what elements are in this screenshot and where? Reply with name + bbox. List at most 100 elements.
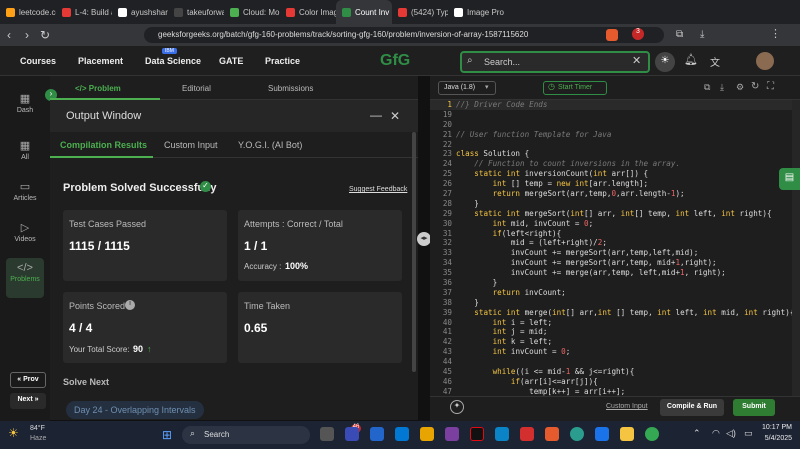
taskbar-search[interactable]: Search (182, 426, 310, 444)
download-icon[interactable]: ⤓ (700, 29, 704, 40)
code-line[interactable]: 29 static int mergeSort(int[] arr, int[]… (430, 209, 792, 219)
browser-tab[interactable]: Cloud: Mongo× (224, 0, 280, 24)
output-scrollbar[interactable] (412, 132, 416, 372)
code-line[interactable]: 22 (430, 140, 792, 150)
nav-practice[interactable]: Practice (265, 56, 300, 66)
app-icon[interactable] (420, 427, 434, 441)
brave-icon[interactable] (545, 427, 559, 441)
photos-icon[interactable] (495, 427, 509, 441)
windows-start-icon[interactable]: ⊞ (162, 428, 172, 442)
translate-icon[interactable]: 文 (710, 54, 720, 69)
code-line[interactable]: 44 (430, 357, 792, 367)
extensions-icon[interactable]: ⧉ (676, 29, 683, 40)
tab-problem[interactable]: </> Problem (75, 84, 121, 93)
code-line[interactable]: 31 if(left<right){ (430, 229, 792, 239)
extension-badge[interactable]: 3 (632, 28, 644, 40)
tab-yogi-bot[interactable]: Y.O.G.I. (AI Bot) (238, 140, 302, 150)
onenote-icon[interactable] (445, 427, 459, 441)
close-icon[interactable]: ✕ (632, 54, 641, 67)
code-line[interactable]: 37 return invCount; (430, 288, 792, 298)
code-line[interactable]: 23 class Solution { (430, 149, 792, 159)
code-line[interactable]: 46 if(arr[i]<=arr[j]){ (430, 377, 792, 387)
info-icon[interactable]: i (125, 300, 135, 310)
site-search-input[interactable]: Search... (460, 51, 650, 73)
settings-icon[interactable]: ⚙ (736, 82, 744, 93)
vscode-icon[interactable] (370, 427, 384, 441)
pane-splitter[interactable] (418, 76, 430, 421)
code-line[interactable]: 38 } (430, 298, 792, 308)
browser-tab[interactable]: Image Proces× (448, 0, 504, 24)
edge-icon[interactable] (595, 427, 609, 441)
code-line[interactable]: 32 mid = (left+right)/2; (430, 238, 792, 248)
code-line[interactable]: 20 (430, 120, 792, 130)
nav-placement[interactable]: Placement (78, 56, 123, 66)
reload-icon[interactable]: ↻ (36, 28, 54, 42)
copy-icon[interactable]: ⧉ (704, 82, 710, 93)
submit-button[interactable]: Submit (733, 399, 775, 416)
code-line[interactable]: 25 static int inversionCount(int arr[]) … (430, 169, 792, 179)
code-line[interactable]: 26 int [] temp = new int[arr.length]; (430, 179, 792, 189)
code-line[interactable]: 41 int j = mid; (430, 327, 792, 337)
ai-icon[interactable]: ✦ (450, 400, 464, 414)
bell-icon[interactable]: 🔔︎ (684, 53, 698, 66)
rail-item-problems[interactable]: </> Problems (6, 258, 44, 298)
tab-submissions[interactable]: Submissions (268, 84, 313, 93)
compile-run-button[interactable]: Compile & Run (660, 399, 724, 416)
code-editor[interactable]: 1 //} Driver Code Ends 19 20 21 // User funct… (430, 100, 792, 396)
suggest-feedback-link[interactable]: Suggest Feedback (349, 186, 407, 193)
code-line[interactable]: 21 // User function Template for Java (430, 130, 792, 140)
browser-tab[interactable]: L-4: Build a Ca× (56, 0, 112, 24)
custom-input-link[interactable]: Custom Input (606, 403, 648, 410)
nav-gate[interactable]: GATE (219, 56, 243, 66)
minimize-icon[interactable]: — (370, 108, 382, 122)
code-line[interactable]: 45 while((i <= mid-1 && j<=right){ (430, 367, 792, 377)
code-line[interactable]: 1 //} Driver Code Ends (430, 100, 792, 110)
tab-custom-input[interactable]: Custom Input (164, 140, 218, 150)
code-line[interactable]: 42 int k = left; (430, 337, 792, 347)
nav-data-science[interactable]: Data Science (145, 56, 201, 66)
gfg-logo[interactable]: GfG (380, 52, 410, 70)
reset-icon[interactable]: ↻ (751, 81, 759, 92)
menu-icon[interactable]: ⋮ (770, 27, 781, 40)
url-field[interactable]: geeksforgeeks.org/batch/gfg-160-problems… (144, 27, 664, 43)
weather-icon[interactable]: ☀ (8, 426, 19, 440)
brave-shield-icon[interactable] (606, 29, 618, 41)
volume-icon[interactable]: ◁) (726, 428, 736, 439)
fullscreen-icon[interactable]: ⛶ (767, 81, 774, 92)
tab-compilation-results[interactable]: Compilation Results (60, 140, 147, 150)
browser-tab[interactable]: (5424) Types c× (392, 0, 448, 24)
code-line[interactable]: 24 // Function to count inversions in th… (430, 159, 792, 169)
rail-item-all[interactable]: ▦ All (6, 135, 44, 175)
code-line[interactable]: 28 } (430, 199, 792, 209)
code-line[interactable]: 36 } (430, 278, 792, 288)
code-line[interactable]: 34 invCount += mergeSort(arr,temp, mid+1… (430, 258, 792, 268)
teams-icon[interactable] (345, 427, 359, 441)
wifi-icon[interactable]: ◠ (712, 428, 720, 439)
chrome2-icon[interactable] (645, 427, 659, 441)
next-problem-chip[interactable]: Day 24 - Overlapping Intervals (66, 401, 204, 419)
next-button[interactable]: Next » (10, 393, 46, 409)
code-line[interactable]: 33 invCount += mergeSort(arr,temp,left,m… (430, 248, 792, 258)
forward-icon[interactable]: › (18, 28, 36, 42)
drag-handle-icon[interactable]: ◂▸ (417, 232, 431, 246)
word-icon[interactable] (395, 427, 409, 441)
tab-editorial[interactable]: Editorial (182, 84, 211, 93)
back-icon[interactable]: ‹ (0, 28, 18, 42)
chrome-icon[interactable] (570, 427, 584, 441)
explorer-icon[interactable] (620, 427, 634, 441)
code-line[interactable]: 19 (430, 110, 792, 120)
code-line[interactable]: 35 invCount += merge(arr,temp, left,mid+… (430, 268, 792, 278)
code-line[interactable]: 39 static int merge(int[] arr,int [] tem… (430, 308, 792, 318)
close-output-icon[interactable]: ✕ (390, 109, 400, 123)
prev-button[interactable]: « Prov (10, 372, 46, 388)
code-line[interactable]: 30 int mid, invCount = 0; (430, 219, 792, 229)
browser-tab[interactable]: leetcode.com× (0, 0, 56, 24)
browser-tab[interactable]: takeuforward× (168, 0, 224, 24)
avatar[interactable] (756, 52, 774, 70)
download-code-icon[interactable]: ⤓ (720, 82, 724, 93)
browser-tab[interactable]: Count Inv× (336, 0, 392, 24)
task-view-icon[interactable] (320, 427, 334, 441)
theme-toggle-icon[interactable]: ☀ (655, 52, 675, 72)
editor-scrollbar[interactable] (792, 100, 800, 396)
browser-tab[interactable]: Color Image F× (280, 0, 336, 24)
